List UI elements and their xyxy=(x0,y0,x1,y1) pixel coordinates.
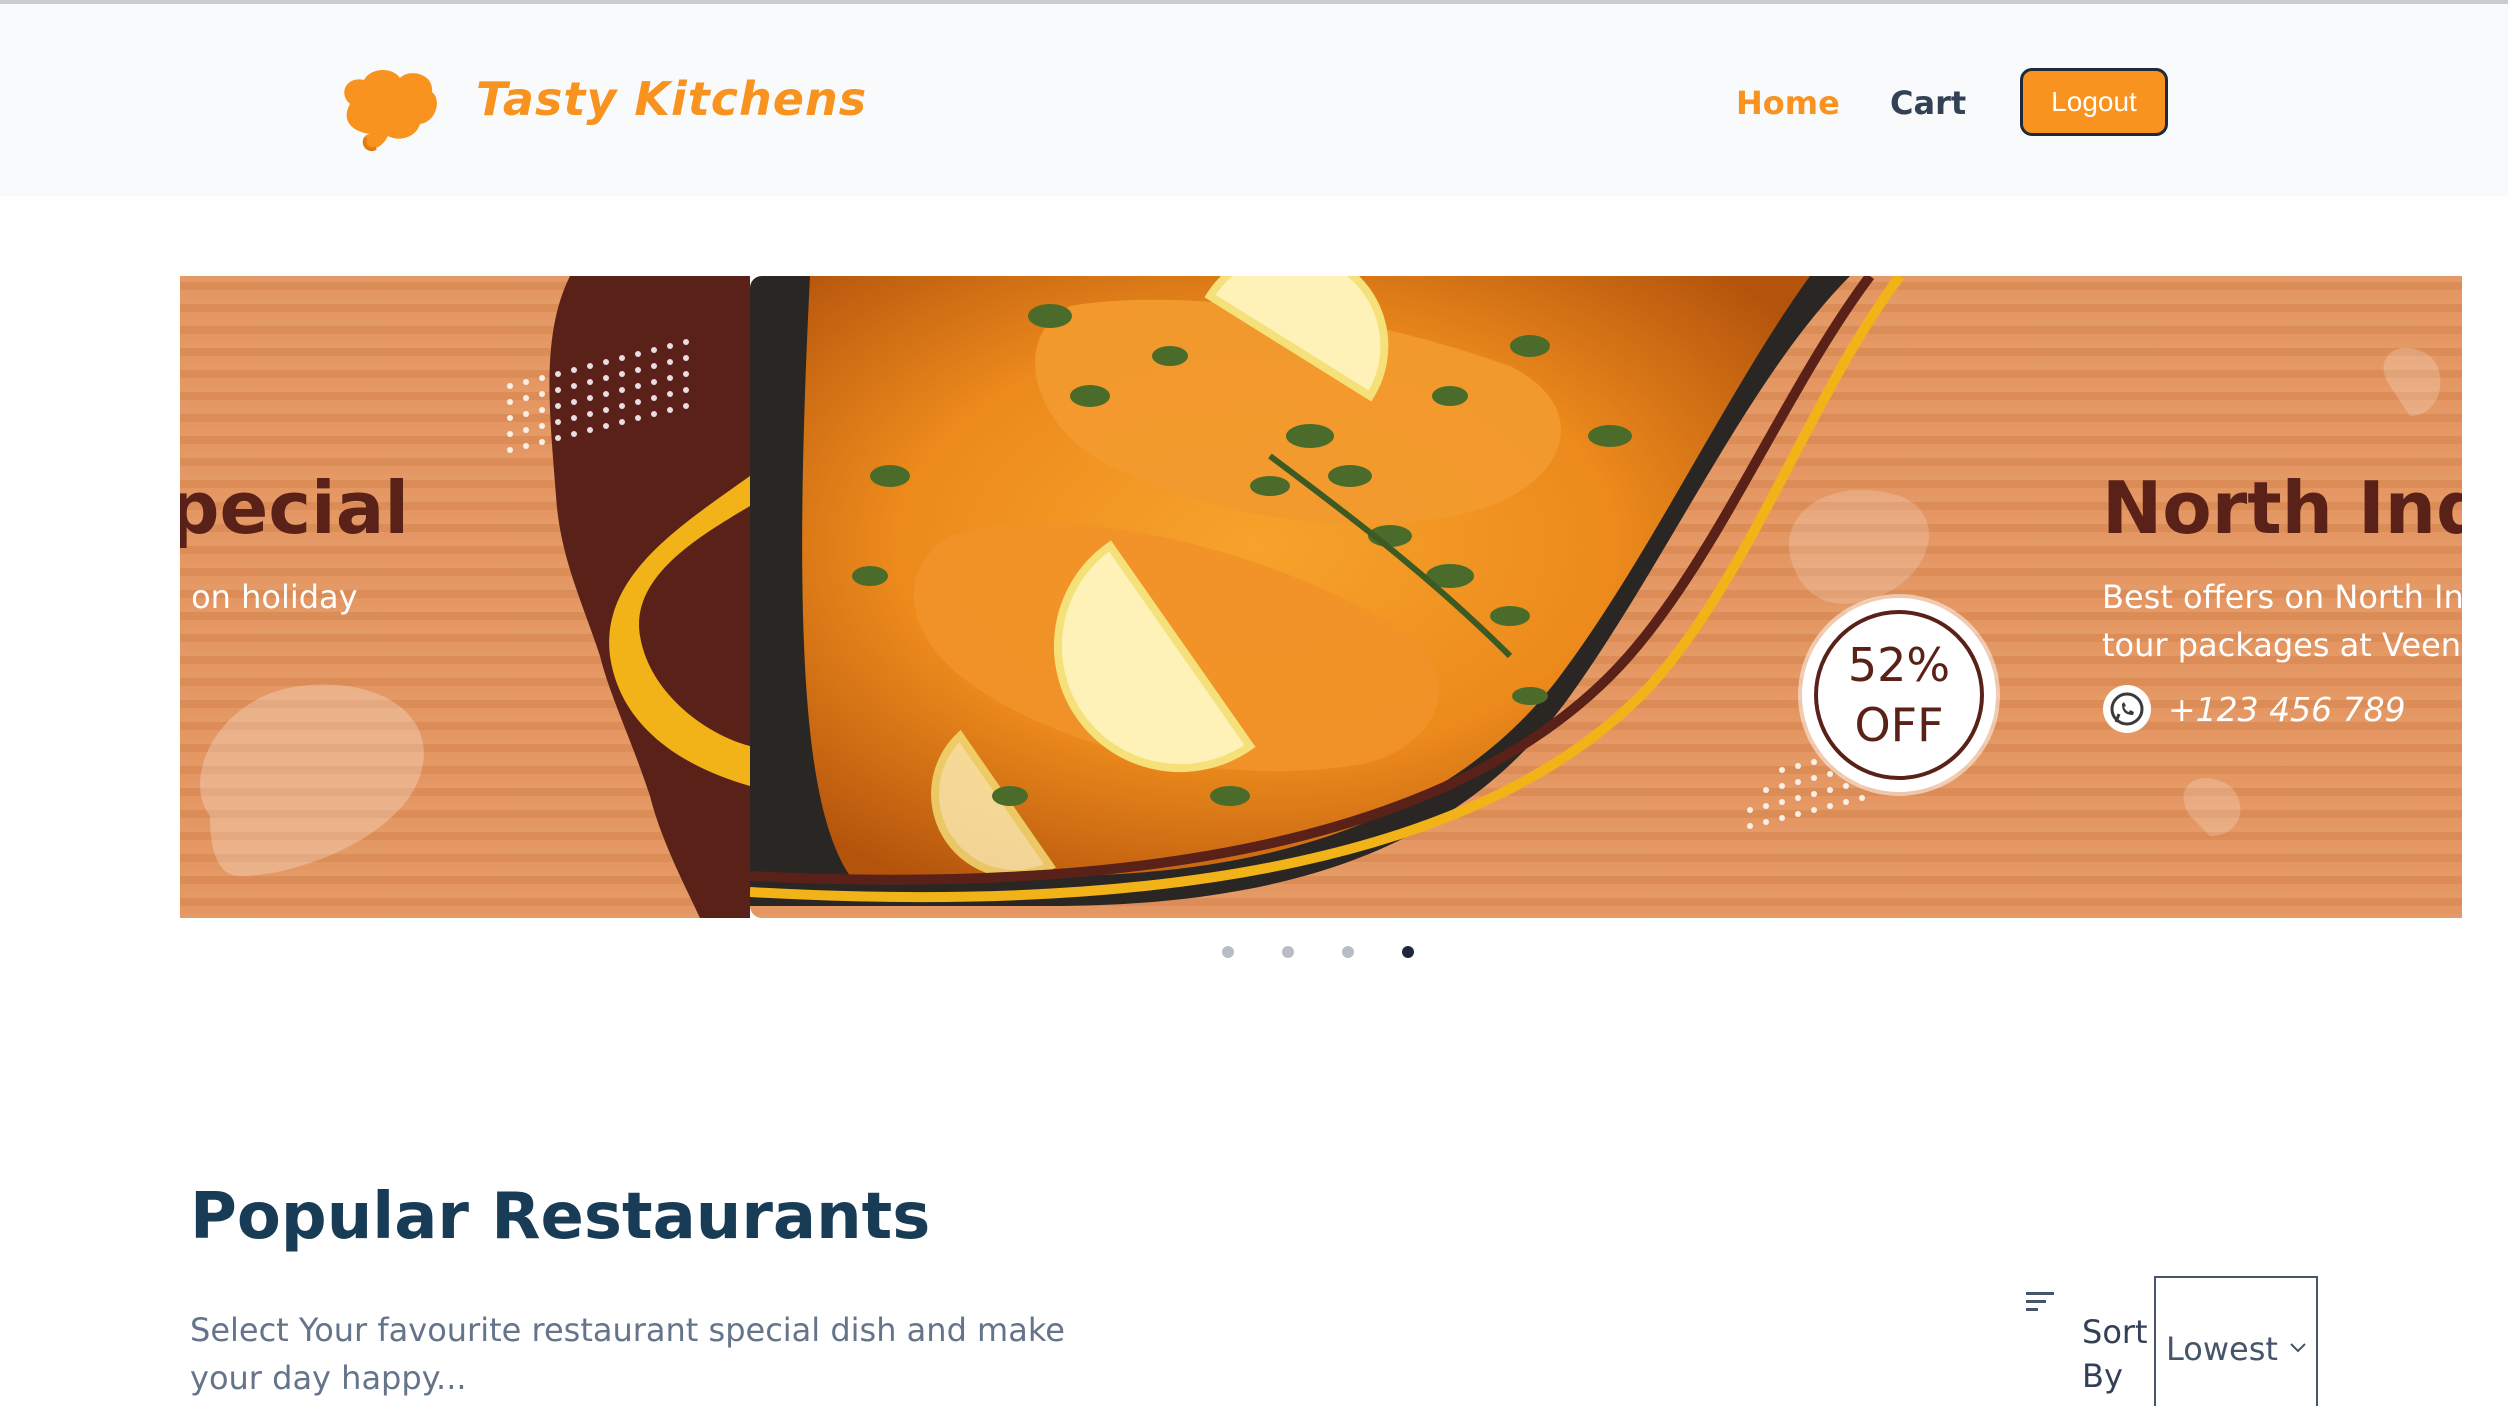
logout-button[interactable]: Logout xyxy=(2020,68,2168,136)
previous-slide-subtitle: l on holiday xyxy=(180,578,358,616)
discount-percent: 52% xyxy=(1847,638,1951,692)
brand-name[interactable]: Tasty Kitchens xyxy=(476,72,867,126)
section-description: Select Your favourite restaurant special… xyxy=(190,1311,1065,1397)
chevron-down-icon xyxy=(2290,1343,2306,1353)
carousel-slide-previous: pecial l on holiday xyxy=(180,276,750,918)
carousel-dot-2[interactable] xyxy=(1282,946,1294,958)
previous-slide-title: pecial xyxy=(180,466,409,550)
slide-title: North Indian Sp xyxy=(2102,466,2462,550)
carousel-dot-4[interactable] xyxy=(1402,946,1414,958)
sort-by-label: Sort By xyxy=(2082,1313,2148,1395)
slide-subtitle-line-1: Best offers on North Indian Specials xyxy=(2102,578,2462,616)
carousel-slide-active: 52% OFF North Indian Sp Best offers on N… xyxy=(750,276,2462,918)
discount-label: OFF xyxy=(1854,698,1944,752)
contact-phone: +123 456 789 xyxy=(2168,690,2406,729)
whatsapp-icon xyxy=(2103,685,2151,733)
offers-carousel[interactable]: pecial l on holiday 52% OFF North Ind Be… xyxy=(180,276,2462,918)
nav-cart-link[interactable]: Cart xyxy=(1890,84,1966,122)
discount-badge: 52% OFF xyxy=(1802,598,1996,792)
logo-icon[interactable] xyxy=(336,64,442,156)
sort-dropdown[interactable]: Lowest xyxy=(2154,1276,2318,1406)
carousel-dot-1[interactable] xyxy=(1222,946,1234,958)
sort-icon xyxy=(2026,1292,2054,1311)
sort-selected-value: Lowest xyxy=(2166,1330,2278,1368)
slide-subtitle-line-2: tour packages at Veena World. xyxy=(2102,626,2462,664)
carousel-dots xyxy=(1222,946,1422,962)
section-title: Popular Restaurants xyxy=(190,1180,931,1254)
carousel-dot-3[interactable] xyxy=(1342,946,1354,958)
navbar: Tasty Kitchens Home Cart Logout xyxy=(0,4,2508,196)
nav-home-link[interactable]: Home xyxy=(1736,84,1840,122)
